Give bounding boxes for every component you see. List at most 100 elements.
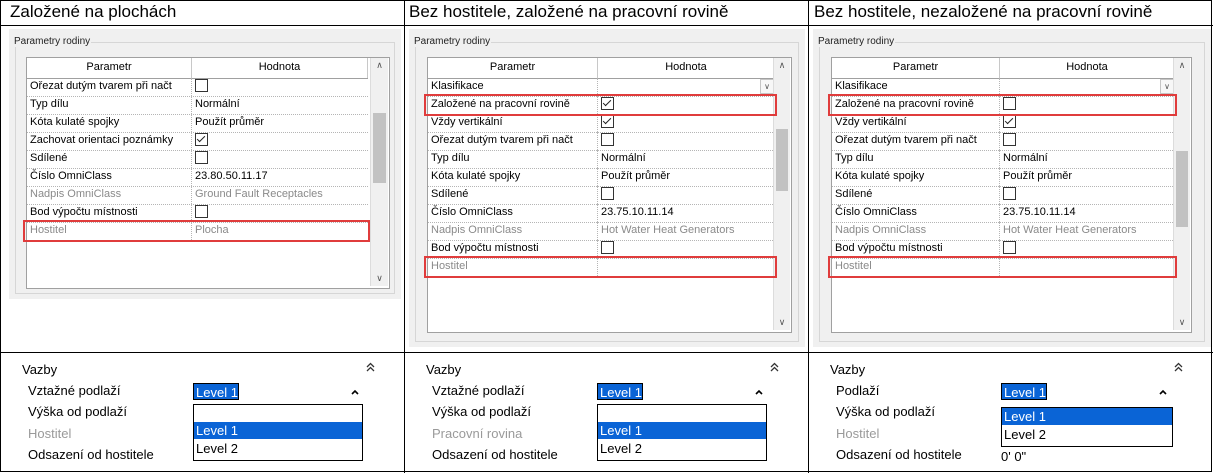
constraint-label: Pracovní rovina — [432, 426, 523, 441]
header-parametr[interactable]: Parametr — [832, 58, 1000, 78]
table-row[interactable]: Ořezat dutým tvarem při načt — [428, 132, 775, 151]
chevron-up-icon[interactable] — [755, 387, 763, 397]
highlight-box — [424, 256, 777, 278]
scroll-up-icon[interactable]: ∧ — [1174, 60, 1190, 71]
header-hodnota[interactable]: Hodnota — [598, 58, 775, 78]
table-row[interactable]: Nadpis OmniClass Ground Fault Receptacles — [27, 186, 368, 205]
param-value[interactable]: Normální — [598, 150, 775, 168]
param-value[interactable] — [598, 132, 775, 150]
dropdown-option[interactable]: Level 1 — [1002, 408, 1172, 425]
param-value[interactable]: Použít průměr — [192, 114, 368, 132]
param-value[interactable] — [1000, 186, 1175, 204]
table-row[interactable]: Číslo OmniClass 23.75.10.11.14 — [428, 204, 775, 223]
vazby-title: Vazby — [830, 362, 866, 377]
param-value[interactable]: Hot Water Heat Generators — [598, 222, 775, 240]
scroll-up-icon[interactable]: ∧ — [774, 60, 790, 71]
param-value[interactable]: 23.75.10.11.14 — [1000, 204, 1175, 222]
checkbox[interactable] — [601, 114, 614, 128]
scroll-down-icon[interactable]: ∨ — [371, 273, 388, 284]
level-select[interactable]: Level 1 — [1001, 383, 1047, 400]
chevron-down-icon[interactable]: ∨ — [760, 79, 774, 94]
param-name: Kóta kulaté spojky — [27, 114, 192, 132]
checkbox[interactable] — [1003, 132, 1016, 146]
table-row[interactable]: Nadpis OmniClass Hot Water Heat Generator… — [428, 222, 775, 241]
scroll-down-icon[interactable]: ∨ — [1174, 317, 1190, 328]
param-value[interactable] — [1000, 132, 1175, 150]
chevron-up-icon[interactable] — [351, 387, 359, 397]
table-row[interactable]: Sdílené — [428, 186, 775, 205]
table-row[interactable]: Ořezat dutým tvarem při načt — [27, 78, 368, 97]
constraint-label: Výška od podlaží — [28, 404, 128, 419]
table-row[interactable]: Zachovat orientaci poznámky — [27, 132, 368, 151]
param-name: Ořezat dutým tvarem při načt — [832, 132, 1000, 150]
offset-value[interactable]: 0' 0" — [1001, 449, 1026, 464]
dropdown-option[interactable]: Level 1 — [194, 422, 362, 439]
collapse-icon[interactable] — [770, 362, 779, 375]
collapse-icon[interactable] — [1174, 362, 1183, 375]
level-dropdown-list[interactable]: Level 1 Level 2 — [597, 404, 767, 461]
header-hodnota[interactable]: Hodnota — [1000, 58, 1175, 78]
collapse-icon[interactable] — [366, 362, 375, 375]
checkbox[interactable] — [1003, 114, 1016, 128]
checkbox[interactable] — [195, 78, 208, 92]
param-value[interactable]: Normální — [1000, 150, 1175, 168]
param-value[interactable] — [598, 114, 775, 132]
table-row[interactable]: Vždy vertikální — [832, 114, 1175, 133]
checkbox[interactable] — [601, 132, 614, 146]
table-row[interactable]: Typ dílu Normální — [832, 150, 1175, 169]
checkbox[interactable] — [601, 186, 614, 200]
value-text: Hot Water Heat Generators — [601, 224, 735, 236]
table-row[interactable]: Typ dílu Normální — [27, 96, 368, 115]
table-row[interactable]: Kóta kulaté spojky Použít průměr — [428, 168, 775, 187]
param-value[interactable] — [598, 186, 775, 204]
table-row[interactable]: Kóta kulaté spojky Použít průměr — [27, 114, 368, 133]
param-value[interactable] — [192, 78, 368, 96]
level-select[interactable]: Level 1 — [193, 383, 239, 400]
table-row[interactable]: Sdílené — [27, 150, 368, 169]
dropdown-option[interactable]: Level 2 — [1002, 426, 1172, 443]
grid-header: Parametr Hodnota — [832, 58, 1175, 79]
param-value[interactable]: Normální — [192, 96, 368, 114]
header-parametr[interactable]: Parametr — [428, 58, 598, 78]
level-select[interactable]: Level 1 — [597, 383, 643, 400]
param-value[interactable]: Ground Fault Receptacles — [192, 186, 368, 204]
table-row[interactable]: Číslo OmniClass 23.80.50.11.17 — [27, 168, 368, 187]
header-parametr[interactable]: Parametr — [27, 58, 192, 78]
scroll-up-icon[interactable]: ∧ — [371, 60, 388, 71]
header-hodnota[interactable]: Hodnota — [192, 58, 368, 78]
param-value[interactable] — [192, 150, 368, 168]
checkbox[interactable] — [601, 240, 614, 254]
table-row[interactable]: Nadpis OmniClass Hot Water Heat Generator… — [832, 222, 1175, 241]
scroll-down-icon[interactable]: ∨ — [774, 317, 790, 328]
scroll-thumb[interactable] — [373, 113, 386, 183]
table-row[interactable]: Typ dílu Normální — [428, 150, 775, 169]
param-value[interactable]: 23.75.10.11.14 — [598, 204, 775, 222]
checkbox[interactable] — [195, 132, 208, 146]
param-value[interactable]: 23.80.50.11.17 — [192, 168, 368, 186]
checkbox[interactable] — [195, 150, 208, 164]
scroll-thumb[interactable] — [1176, 151, 1188, 227]
table-row[interactable]: Vždy vertikální — [428, 114, 775, 133]
dropdown-option[interactable]: Level 2 — [194, 440, 362, 457]
table-row[interactable]: Číslo OmniClass 23.75.10.11.14 — [832, 204, 1175, 223]
dropdown-option[interactable]: Level 2 — [598, 440, 766, 457]
param-value[interactable]: Hot Water Heat Generators — [1000, 222, 1175, 240]
level-dropdown-list[interactable]: Level 1 Level 2 — [1001, 407, 1173, 447]
param-value[interactable] — [1000, 114, 1175, 132]
chevron-down-icon[interactable]: ∨ — [1160, 79, 1174, 94]
table-row[interactable]: Sdílené — [832, 186, 1175, 205]
table-row[interactable]: Ořezat dutým tvarem při načt — [832, 132, 1175, 151]
param-value[interactable]: Použít průměr — [598, 168, 775, 186]
checkbox[interactable] — [1003, 186, 1016, 200]
chevron-up-icon[interactable] — [1159, 387, 1167, 397]
vertical-scrollbar[interactable]: ∧ ∨ — [370, 58, 388, 286]
constraint-label: Hostitel — [836, 426, 880, 441]
dropdown-option[interactable]: Level 1 — [598, 422, 766, 439]
checkbox[interactable] — [195, 204, 208, 218]
table-row[interactable]: Kóta kulaté spojky Použít průměr — [832, 168, 1175, 187]
param-value[interactable]: Použít průměr — [1000, 168, 1175, 186]
level-dropdown-list[interactable]: Level 1 Level 2 — [193, 404, 363, 461]
checkbox[interactable] — [1003, 240, 1016, 254]
param-value[interactable] — [192, 132, 368, 150]
scroll-thumb[interactable] — [776, 129, 788, 191]
